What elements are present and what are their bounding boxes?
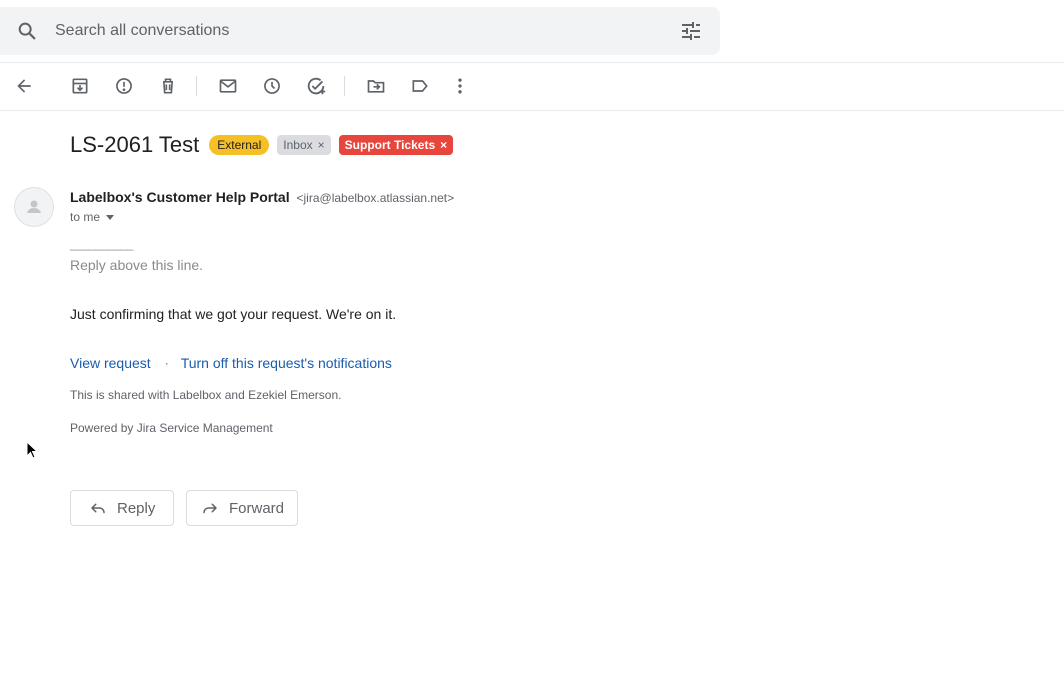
toolbar-separator: [196, 76, 197, 96]
request-links: View request · Turn off this request's n…: [70, 355, 392, 371]
sender-line: Labelbox's Customer Help Portal <jira@la…: [70, 189, 454, 205]
sender-name[interactable]: Labelbox's Customer Help Portal: [70, 189, 290, 205]
reply-above-line: Reply above this line.: [70, 257, 204, 273]
message-text: Just confirming that we got your request…: [70, 306, 397, 322]
report-spam-icon[interactable]: [112, 74, 136, 98]
email-subject: LS-2061 Test: [70, 132, 200, 157]
label-text: Inbox: [283, 138, 313, 152]
toolbar-divider: [0, 110, 1064, 111]
reply-icon: [91, 503, 105, 514]
back-arrow-icon[interactable]: [12, 74, 36, 98]
person-icon: [27, 200, 41, 213]
label-chip-inbox[interactable]: Inbox ×: [277, 135, 331, 155]
reply-separator: __________: [70, 236, 133, 251]
recipient-text: to me: [70, 210, 101, 224]
forward-label: Forward: [229, 499, 285, 517]
link-separator: ·: [164, 356, 169, 370]
add-to-tasks-icon[interactable]: [304, 74, 328, 98]
view-request-link[interactable]: View request: [70, 355, 151, 371]
avatar[interactable]: [14, 187, 54, 227]
delete-icon[interactable]: [156, 74, 180, 98]
caret-down-icon: [106, 214, 115, 220]
mouse-cursor-icon: [26, 441, 38, 459]
recipient-details-toggle[interactable]: to me: [70, 210, 115, 224]
labels-icon[interactable]: [408, 74, 432, 98]
forward-icon: [203, 503, 217, 514]
more-vert-icon[interactable]: [448, 74, 472, 98]
powered-by-text: Powered by Jira Service Management: [70, 421, 273, 435]
sender-address: <jira@labelbox.atlassian.net>: [296, 191, 455, 205]
snooze-icon[interactable]: [260, 74, 284, 98]
search-input[interactable]: Search all conversations: [55, 22, 229, 40]
reply-label: Reply: [117, 499, 156, 517]
message-toolbar: [0, 63, 1064, 110]
label-text: Support Tickets: [344, 138, 436, 152]
label-text: External: [217, 138, 262, 152]
remove-label-icon[interactable]: ×: [318, 135, 325, 155]
turn-off-notifications-link[interactable]: Turn off this request's notifications: [181, 355, 392, 371]
search-icon[interactable]: [16, 20, 38, 42]
remove-label-icon[interactable]: ×: [440, 135, 447, 155]
archive-icon[interactable]: [68, 74, 92, 98]
subject-row: LS-2061 Test External Inbox × Support Ti…: [70, 131, 461, 159]
search-bar[interactable]: Search all conversations: [0, 7, 720, 55]
label-chip-support-tickets[interactable]: Support Tickets ×: [338, 135, 454, 155]
mark-unread-icon[interactable]: [216, 74, 240, 98]
forward-button[interactable]: Forward: [186, 490, 298, 526]
label-chip-external[interactable]: External: [209, 135, 270, 155]
shared-with-text: This is shared with Labelbox and Ezekiel…: [70, 388, 342, 402]
toolbar-separator: [344, 76, 345, 96]
reply-button[interactable]: Reply: [70, 490, 174, 526]
move-to-icon[interactable]: [364, 74, 388, 98]
search-options-icon[interactable]: [679, 19, 703, 43]
